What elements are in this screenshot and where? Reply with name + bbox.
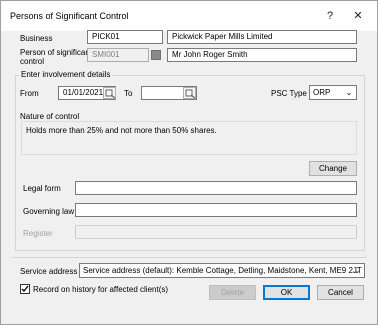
from-calendar-icon[interactable] <box>103 87 116 99</box>
legal-form-field[interactable] <box>75 181 357 195</box>
title-bar: Persons of Significant Control ? ✕ <box>1 1 377 31</box>
chevron-down-icon: ⌄ <box>353 266 361 275</box>
service-address-select[interactable]: Service address (default): Kemble Cottag… <box>79 263 365 278</box>
service-address-value: Service address (default): Kemble Cottag… <box>83 266 362 275</box>
to-calendar-icon[interactable] <box>183 87 196 99</box>
nature-of-control-text: Holds more than 25% and not more than 50… <box>21 121 357 155</box>
business-label: Business <box>20 34 53 43</box>
close-button[interactable]: ✕ <box>347 7 369 25</box>
register-label: Register <box>23 229 53 238</box>
psc-type-select[interactable]: ORP ⌄ <box>309 85 357 100</box>
divider <box>11 257 367 258</box>
ok-button[interactable]: OK <box>263 285 310 300</box>
business-code-field[interactable]: PICK01 <box>87 30 163 44</box>
record-history-label: Record on history for affected client(s) <box>33 285 169 294</box>
chevron-down-icon: ⌄ <box>345 88 353 97</box>
governing-law-label: Governing law <box>23 207 75 216</box>
person-name-field: Mr John Roger Smith <box>167 48 357 62</box>
help-button[interactable]: ? <box>319 7 341 25</box>
delete-button[interactable]: Delete <box>209 285 256 300</box>
psc-dialog: Persons of Significant Control ? ✕ Busin… <box>0 0 378 325</box>
register-field <box>75 225 357 239</box>
cancel-button[interactable]: Cancel <box>317 285 364 300</box>
involvement-group-title: Enter involvement details <box>19 70 113 79</box>
window-title: Persons of Significant Control <box>10 11 129 21</box>
psc-type-label: PSC Type <box>271 89 307 98</box>
from-label: From <box>20 89 39 98</box>
governing-law-field[interactable] <box>75 203 357 217</box>
person-code-field[interactable]: SMI001 <box>87 48 149 62</box>
legal-form-label: Legal form <box>23 184 61 193</box>
change-button[interactable]: Change <box>309 161 357 176</box>
person-label-line2: control <box>20 57 45 66</box>
nature-label: Nature of control <box>20 112 80 121</box>
psc-type-value: ORP <box>313 88 331 97</box>
person-lookup-icon[interactable] <box>151 50 161 60</box>
business-name-field: Pickwick Paper Mills Limited <box>167 30 357 44</box>
record-history-checkbox[interactable] <box>20 284 30 294</box>
service-address-label: Service address <box>20 267 78 276</box>
person-label-line1: Person of significant <box>20 48 93 57</box>
to-label: To <box>124 89 133 98</box>
check-icon <box>21 285 29 292</box>
